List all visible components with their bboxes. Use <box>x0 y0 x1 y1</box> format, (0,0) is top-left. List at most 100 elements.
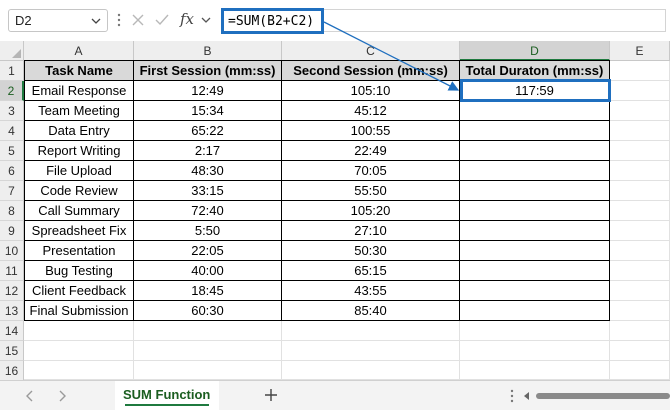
cell-total-duration[interactable] <box>460 181 610 201</box>
row-header-10[interactable]: 10 <box>0 241 24 261</box>
empty-cell[interactable] <box>610 361 670 380</box>
cell-first-session[interactable]: 2:17 <box>134 141 282 161</box>
cell-first-session[interactable]: 18:45 <box>134 281 282 301</box>
cell-task-name[interactable]: Presentation <box>25 241 134 261</box>
row-header-2[interactable]: 2 <box>0 81 24 101</box>
row-header-5[interactable]: 5 <box>0 141 24 161</box>
cell-first-session[interactable]: 12:49 <box>134 81 282 101</box>
empty-cell[interactable] <box>134 341 282 361</box>
cell-second-session[interactable]: 22:49 <box>282 141 460 161</box>
row-header-12[interactable]: 12 <box>0 281 24 301</box>
cell-total-duration[interactable] <box>460 201 610 221</box>
horizontal-scrollbar[interactable] <box>522 389 670 403</box>
cell-task-name[interactable]: Final Submission <box>25 301 134 321</box>
formula-input[interactable]: =SUM(B2+C2) <box>221 8 324 34</box>
row-header-15[interactable]: 15 <box>0 341 24 361</box>
table-header-total-duration[interactable]: Total Duraton (mm:ss) <box>460 61 610 81</box>
cell-total-duration[interactable] <box>460 261 610 281</box>
table-header-first-session[interactable]: First Session (mm:ss) <box>134 61 282 81</box>
column-header-c[interactable]: C <box>282 41 460 61</box>
empty-cell[interactable] <box>460 321 610 341</box>
formula-input-extension[interactable] <box>324 9 666 32</box>
cell-total-duration[interactable] <box>460 141 610 161</box>
name-box[interactable]: D2 <box>8 9 108 32</box>
row-header-13[interactable]: 13 <box>0 301 24 321</box>
cancel-icon[interactable] <box>130 12 146 28</box>
cell-e[interactable] <box>610 261 670 281</box>
chevron-left-icon[interactable] <box>24 389 36 403</box>
cell-task-name[interactable]: Call Summary <box>25 201 134 221</box>
column-header-b[interactable]: B <box>134 41 282 61</box>
cell-second-session[interactable]: 70:05 <box>282 161 460 181</box>
row-header-4[interactable]: 4 <box>0 121 24 141</box>
cell-e[interactable] <box>610 141 670 161</box>
cell-second-session[interactable]: 105:20 <box>282 201 460 221</box>
row-header-3[interactable]: 3 <box>0 101 24 121</box>
row-header-8[interactable]: 8 <box>0 201 24 221</box>
cell-total-duration[interactable] <box>460 221 610 241</box>
row-header-6[interactable]: 6 <box>0 161 24 181</box>
empty-cell[interactable] <box>134 361 282 380</box>
column-header-d[interactable]: D <box>460 41 610 61</box>
insert-function-icon[interactable]: fx <box>180 10 194 28</box>
cell-task-name[interactable]: Email Response <box>25 81 134 101</box>
chevron-down-icon[interactable] <box>200 13 212 27</box>
cell-second-session[interactable]: 105:10 <box>282 81 460 101</box>
row-header-9[interactable]: 9 <box>0 221 24 241</box>
row-header-16[interactable]: 16 <box>0 361 24 381</box>
table-header-task-name[interactable]: Task Name <box>25 61 134 81</box>
cell-second-session[interactable]: 43:55 <box>282 281 460 301</box>
row-header-7[interactable]: 7 <box>0 181 24 201</box>
cell-e[interactable] <box>610 101 670 121</box>
empty-cell[interactable] <box>282 341 460 361</box>
cell-first-session[interactable]: 22:05 <box>134 241 282 261</box>
empty-cell[interactable] <box>24 341 134 361</box>
column-header-a[interactable]: A <box>24 41 134 61</box>
enter-icon[interactable] <box>154 12 170 28</box>
cell-e1[interactable] <box>610 61 670 81</box>
cell-e[interactable] <box>610 201 670 221</box>
sheet-tab-sum-function[interactable]: SUM Function <box>115 381 219 410</box>
cell-total-duration[interactable] <box>460 301 610 321</box>
cell-first-session[interactable]: 48:30 <box>134 161 282 181</box>
cell-e[interactable] <box>610 121 670 141</box>
cell-second-session[interactable]: 27:10 <box>282 221 460 241</box>
cell-task-name[interactable]: Spreadsheet Fix <box>25 221 134 241</box>
cell-e[interactable] <box>610 161 670 181</box>
cell-e[interactable] <box>610 81 670 101</box>
cell-second-session[interactable]: 85:40 <box>282 301 460 321</box>
cell-e[interactable] <box>610 221 670 241</box>
cell-first-session[interactable]: 15:34 <box>134 101 282 121</box>
cell-total-duration[interactable] <box>460 281 610 301</box>
cell-e[interactable] <box>610 281 670 301</box>
cell-task-name[interactable]: Report Writing <box>25 141 134 161</box>
cell-second-session[interactable]: 45:12 <box>282 101 460 121</box>
more-options-icon[interactable] <box>116 10 122 30</box>
cell-first-session[interactable]: 60:30 <box>134 301 282 321</box>
empty-cell[interactable] <box>282 361 460 380</box>
cell-e[interactable] <box>610 181 670 201</box>
cell-task-name[interactable]: Bug Testing <box>25 261 134 281</box>
chevron-right-icon[interactable] <box>56 389 68 403</box>
column-header-e[interactable]: E <box>610 41 670 61</box>
cell-task-name[interactable]: File Upload <box>25 161 134 181</box>
row-header-11[interactable]: 11 <box>0 261 24 281</box>
cell-first-session[interactable]: 72:40 <box>134 201 282 221</box>
cell-second-session[interactable]: 65:15 <box>282 261 460 281</box>
cell-first-session[interactable]: 65:22 <box>134 121 282 141</box>
empty-cell[interactable] <box>134 321 282 341</box>
cell-first-session[interactable]: 40:00 <box>134 261 282 281</box>
cell-task-name[interactable]: Client Feedback <box>25 281 134 301</box>
cell-total-duration[interactable] <box>460 241 610 261</box>
empty-cell[interactable] <box>282 321 460 341</box>
cell-first-session[interactable]: 33:15 <box>134 181 282 201</box>
empty-cell[interactable] <box>460 361 610 380</box>
cell-task-name[interactable]: Data Entry <box>25 121 134 141</box>
cell-e[interactable] <box>610 241 670 261</box>
cell-second-session[interactable]: 100:55 <box>282 121 460 141</box>
cell-total-duration[interactable] <box>460 161 610 181</box>
row-header-14[interactable]: 14 <box>0 321 24 341</box>
empty-cell[interactable] <box>610 341 670 361</box>
cell-first-session[interactable]: 5:50 <box>134 221 282 241</box>
cell-task-name[interactable]: Team Meeting <box>25 101 134 121</box>
